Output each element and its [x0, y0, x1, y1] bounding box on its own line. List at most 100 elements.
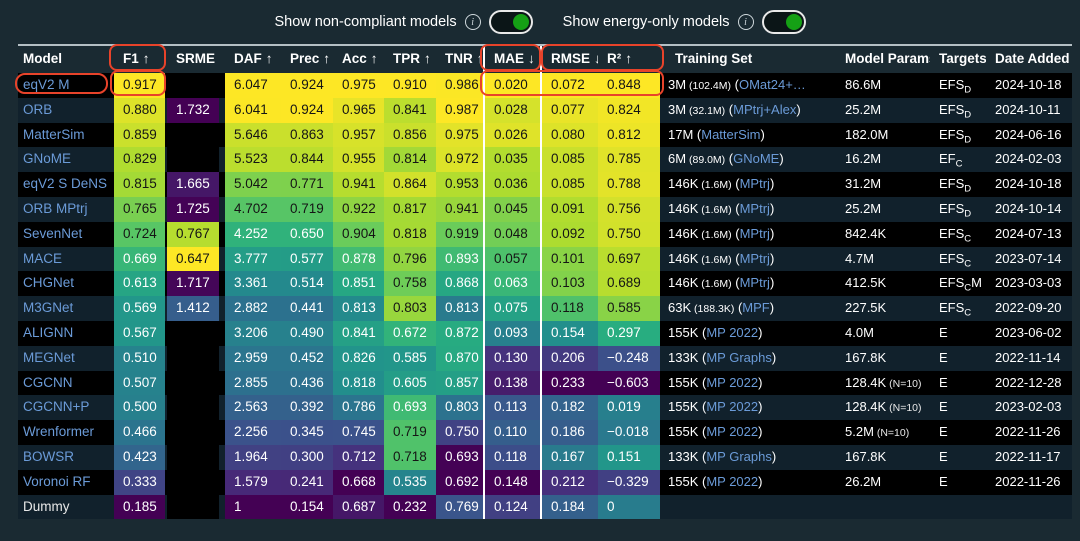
f1-cell: 0.880 [114, 98, 165, 123]
model-cell: BOWSR [18, 445, 112, 470]
rmse-cell: 0.092 [542, 222, 598, 247]
model-link[interactable]: SevenNet [23, 226, 82, 241]
training-set-link[interactable]: MPtrj [740, 226, 770, 241]
model-link[interactable]: eqV2 M [23, 77, 70, 92]
column-header-f1[interactable]: F1↑ [114, 46, 165, 73]
training-set-link[interactable]: GNoME [733, 151, 779, 166]
non-compliant-toggle[interactable] [489, 10, 533, 34]
toggle-label-non-compliant: Show non-compliant models [275, 14, 457, 30]
column-header-tnr[interactable]: TNR↑ [436, 46, 483, 73]
column-header-rmse[interactable]: RMSE↓ [542, 46, 598, 73]
date-added-cell: 2023-06-02 [986, 321, 1072, 346]
srme-cell: 1.717 [167, 271, 219, 296]
training-set-link[interactable]: MP Graphs [706, 449, 772, 464]
training-set-link[interactable]: MPtrj [740, 251, 770, 266]
model-params-cell: 128.4K (N=10) [836, 395, 930, 420]
acc-cell: 0.818 [333, 371, 384, 396]
column-header-model[interactable]: Model [18, 46, 112, 73]
daf-cell: 1 [225, 495, 281, 520]
params-note: (N=10) [886, 378, 921, 390]
training-set-link[interactable]: MP 2022 [706, 424, 758, 439]
training-set-size: 133K [668, 449, 698, 464]
column-header-params[interactable]: Model Params [836, 46, 930, 73]
column-header-daf[interactable]: DAF↑ [225, 46, 281, 73]
training-set-link[interactable]: MPtrj [740, 176, 770, 191]
column-header-date[interactable]: Date Added [986, 46, 1072, 73]
column-header-train[interactable]: Training Set [666, 46, 836, 73]
model-link[interactable]: MEGNet [23, 350, 75, 365]
model-link[interactable]: M3GNet [23, 300, 73, 315]
model-link[interactable]: BOWSR [23, 449, 74, 464]
model-link[interactable]: ALIGNN [23, 325, 73, 340]
column-header-mae[interactable]: MAE↓ [485, 46, 540, 73]
column-header-prec[interactable]: Prec↑ [281, 46, 333, 73]
acc-cell: 0.841 [333, 321, 384, 346]
model-cell: SevenNet [18, 222, 112, 247]
acc-cell: 0.712 [333, 445, 384, 470]
tnr-cell: 0.857 [436, 371, 483, 396]
model-cell: Wrenformer [18, 420, 112, 445]
model-link[interactable]: ORB MPtrj [23, 201, 88, 216]
model-params-cell: 25.2M [836, 197, 930, 222]
column-header-label: TNR [445, 51, 473, 66]
r2-cell: 0.151 [598, 445, 660, 470]
training-set-link[interactable]: MatterSim [701, 127, 760, 142]
training-set-cell: 155K (MP 2022) [666, 395, 836, 420]
model-link[interactable]: CHGNet [23, 275, 74, 290]
srme-cell: 1.732 [167, 98, 219, 123]
info-icon[interactable]: i [465, 14, 481, 30]
srme-cell [167, 420, 219, 445]
tnr-cell: 0.986 [436, 73, 483, 98]
model-cell: ORB [18, 98, 112, 123]
column-header-tpr[interactable]: TPR↑ [384, 46, 436, 73]
model-link[interactable]: eqV2 S DeNS [23, 176, 107, 191]
model-params-cell: 412.5K [836, 271, 930, 296]
model-link[interactable]: Voronoi RF [23, 474, 91, 489]
training-set-link[interactable]: MP 2022 [706, 474, 758, 489]
training-set-link[interactable]: MP 2022 [706, 399, 758, 414]
training-set-link[interactable]: MPtrj [740, 201, 770, 216]
sort-arrow-icon: ↑ [625, 51, 632, 66]
model-link[interactable]: Wrenformer [23, 424, 94, 439]
date-added-cell: 2024-10-18 [986, 172, 1072, 197]
training-set-link[interactable]: MP 2022 [706, 375, 758, 390]
table-row: CGCNN0.5072.8550.4360.8180.6050.8570.138… [18, 371, 1072, 396]
model-link[interactable]: CGCNN [23, 375, 73, 390]
model-link[interactable]: CGCNN+P [23, 399, 89, 414]
mae-cell: 0.036 [485, 172, 540, 197]
training-set-link[interactable]: MPtrj [740, 275, 770, 290]
column-header-label: Training Set [675, 51, 752, 66]
r2-cell: 0.585 [598, 296, 660, 321]
date-added-cell: 2022-11-14 [986, 346, 1072, 371]
column-header-acc[interactable]: Acc↑ [333, 46, 384, 73]
info-icon[interactable]: i [738, 14, 754, 30]
daf-cell: 5.042 [225, 172, 281, 197]
training-set-link[interactable]: MP 2022 [706, 325, 758, 340]
model-cell: M3GNet [18, 296, 112, 321]
daf-cell: 2.882 [225, 296, 281, 321]
model-link[interactable]: ORB [23, 102, 52, 117]
targets-cell: E [930, 321, 986, 346]
daf-cell: 6.047 [225, 73, 281, 98]
model-link[interactable]: MatterSim [23, 127, 85, 142]
acc-cell: 0.826 [333, 346, 384, 371]
training-set-link[interactable]: MPtrj+Alex [733, 102, 796, 117]
training-set-cell: 146K (1.6M) (MPtrj) [666, 222, 836, 247]
model-link[interactable]: GNoME [23, 151, 71, 166]
training-set-link[interactable]: OMat24+… [739, 77, 806, 92]
model-link[interactable]: MACE [23, 251, 62, 266]
rmse-cell: 0.182 [542, 395, 598, 420]
training-set-link[interactable]: MPF [742, 300, 769, 315]
column-header-r2[interactable]: R²↑ [598, 46, 660, 73]
training-set-link[interactable]: MP Graphs [706, 350, 772, 365]
training-set-size: 3M [668, 102, 686, 117]
tpr-cell: 0.535 [384, 470, 436, 495]
column-header-srme[interactable]: SRME↓ [167, 46, 219, 73]
tpr-cell: 0.605 [384, 371, 436, 396]
column-header-targets[interactable]: Targets [930, 46, 986, 73]
energy-only-toggle[interactable] [762, 10, 806, 34]
r2-cell: −0.603 [598, 371, 660, 396]
date-added-cell: 2024-10-11 [986, 98, 1072, 123]
tpr-cell: 0.718 [384, 445, 436, 470]
training-set-size: 146K [668, 226, 698, 241]
